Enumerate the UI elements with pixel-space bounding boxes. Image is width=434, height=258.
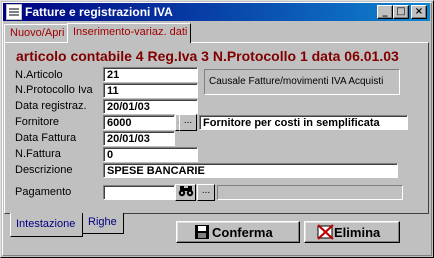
label-n-fattura: N.Fattura [15,148,61,160]
title-bar[interactable]: Fatture e registrazioni IVA _ □ × [3,3,430,21]
label-descrizione: Descrizione [15,164,73,176]
fornitore-browse-button[interactable]: ... [179,114,197,131]
delete-icon [317,224,334,240]
pagamento-search-button[interactable] [175,184,196,201]
maximize-button[interactable]: □ [393,5,409,19]
binoculars-icon [178,186,193,197]
label-data-registrazione: Data registraz. [15,100,87,112]
n-fattura-field[interactable]: 0 [103,147,198,162]
pagamento-desc-field [217,185,403,200]
label-n-articolo: N.Articolo [15,69,63,81]
descrizione-field[interactable]: SPESE BANCARIE [103,163,398,178]
n-protocollo-field[interactable]: 11 [103,83,198,98]
window-title: Fatture e registrazioni IVA [25,5,173,19]
pagamento-code-field[interactable] [103,185,175,200]
tab-inserimento-variaz-dati[interactable]: Inserimento-variaz. dati [67,23,191,43]
fornitore-code-field[interactable]: 6000 [103,115,175,130]
record-header: articolo contabile 4 Reg.Iva 3 N.Protoco… [16,48,399,64]
data-registrazione-field[interactable]: 20/01/03 [103,99,198,114]
n-articolo-field[interactable]: 21 [103,67,198,82]
label-pagamento: Pagamento [15,186,72,198]
elimina-button[interactable]: Elimina [304,221,400,243]
conferma-button[interactable]: Conferma [176,221,300,243]
tab-nuovo-apri[interactable]: Nuovo/Apri [4,24,68,42]
fornitore-name-field: Fornitore per costi in semplificata [199,115,408,130]
app-icon [6,4,22,20]
tab-righe[interactable]: Righe [82,213,124,234]
causale-info: Causale Fatture/movimenti IVA Acquisti [204,69,400,95]
data-fattura-field[interactable]: 20/01/03 [103,131,175,146]
pagamento-browse-button[interactable]: ... [197,184,215,201]
label-data-fattura: Data Fattura [15,132,77,144]
elimina-label: Elimina [334,225,381,240]
label-fornitore: Fornitore [15,116,60,128]
minimize-button[interactable]: _ [377,5,393,19]
tab-intestazione[interactable]: Intestazione [10,213,83,237]
conferma-label: Conferma [212,225,273,240]
close-button[interactable]: × [411,5,427,19]
save-icon [195,225,209,239]
label-n-protocollo: N.Protocollo Iva [15,84,93,96]
